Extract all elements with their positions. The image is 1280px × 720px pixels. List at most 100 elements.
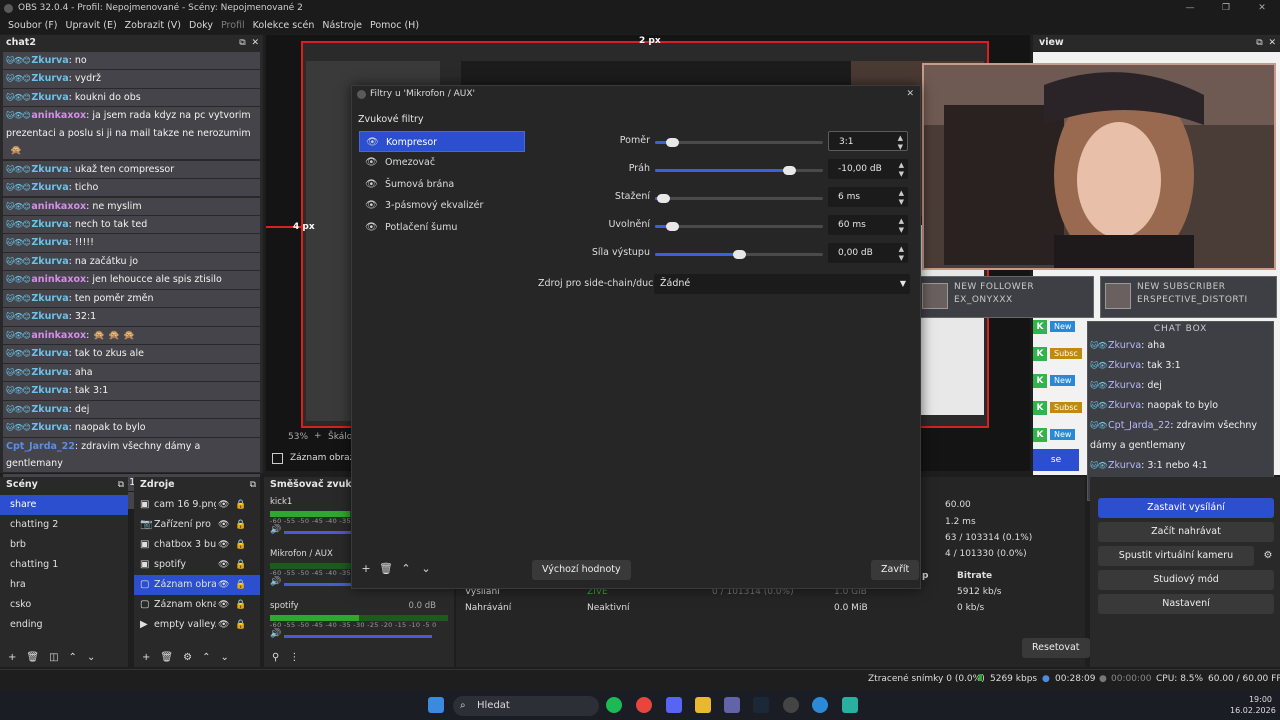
add-icon[interactable]: +: [142, 649, 150, 667]
windows-start-icon[interactable]: [428, 697, 444, 713]
settings-button[interactable]: Nastavení: [1098, 594, 1274, 614]
param-spinbox[interactable]: 0,00 dB ▲ ▼: [828, 243, 908, 263]
gear-icon[interactable]: ⚙: [183, 649, 192, 667]
eye-icon[interactable]: 👁: [365, 217, 378, 238]
eye-icon[interactable]: 👁: [365, 152, 378, 173]
trash-icon[interactable]: 🗑: [160, 649, 173, 667]
source-item[interactable]: ▶ empty valley.n 👁 🔒: [134, 615, 260, 635]
link-icon[interactable]: ⚲: [272, 649, 279, 667]
eye-icon[interactable]: 👁: [216, 555, 230, 575]
zoom-in-icon[interactable]: +: [314, 431, 322, 441]
scene-item[interactable]: brb: [0, 535, 128, 555]
spinner-arrows-icon[interactable]: ▲ ▼: [899, 243, 904, 263]
lock-icon[interactable]: 🔒: [232, 555, 247, 575]
eye-icon[interactable]: 👁: [216, 495, 230, 515]
close-icon[interactable]: ✕: [251, 38, 259, 48]
obs-taskbar-icon[interactable]: [783, 697, 799, 713]
edge-icon[interactable]: [842, 697, 858, 713]
param-slider[interactable]: [655, 194, 823, 203]
spinner-arrows-icon[interactable]: ▲ ▼: [899, 187, 904, 207]
move-up-icon[interactable]: ⌃: [202, 649, 210, 667]
undock-icon[interactable]: ⧉: [239, 38, 245, 48]
eye-icon[interactable]: 👁: [216, 595, 230, 615]
move-up-icon[interactable]: ⌃: [69, 649, 77, 667]
filter-item[interactable]: 👁 Omezovač: [359, 152, 525, 173]
scene-item[interactable]: chatting 2: [0, 515, 128, 535]
trash-icon[interactable]: 🗑: [26, 649, 39, 667]
slider-handle[interactable]: [657, 194, 671, 203]
undock-icon[interactable]: ⧉: [250, 477, 256, 493]
param-slider[interactable]: [655, 138, 823, 147]
teams-icon[interactable]: [724, 697, 740, 713]
slider-handle[interactable]: [665, 222, 679, 231]
lock-icon[interactable]: 🔒: [232, 575, 247, 595]
move-down-icon[interactable]: ⌄: [220, 649, 228, 667]
lock-icon[interactable]: 🔒: [232, 595, 247, 615]
gear-icon[interactable]: ⚙: [1260, 546, 1276, 566]
scene-item[interactable]: chatting 1: [0, 555, 128, 575]
eye-icon[interactable]: 👁: [216, 515, 230, 535]
sidechain-select[interactable]: Žádné ▼: [654, 274, 910, 294]
close-window-button[interactable]: ✕: [1244, 0, 1280, 17]
scene-item[interactable]: share: [0, 495, 128, 515]
filter-icon[interactable]: ◫: [49, 649, 58, 667]
search-input[interactable]: ⌕ Hledat: [453, 696, 599, 716]
steam-icon[interactable]: [753, 697, 769, 713]
add-icon[interactable]: +: [8, 649, 16, 667]
lock-icon[interactable]: 🔒: [232, 535, 247, 555]
move-down-icon[interactable]: ⌄: [417, 560, 435, 578]
spotify-icon[interactable]: [606, 697, 622, 713]
lock-icon[interactable]: 🔒: [232, 615, 247, 635]
studio-mode-button[interactable]: Studiový mód: [1098, 570, 1274, 590]
source-item[interactable]: ▢ Záznam okna 👁 🔒: [134, 595, 260, 615]
menu-pomoc[interactable]: Pomoc (H): [366, 17, 423, 34]
defaults-button[interactable]: Výchozí hodnoty: [532, 560, 631, 580]
discord-icon[interactable]: [666, 697, 682, 713]
virtual-camera-button[interactable]: Spustit virtuální kameru: [1098, 546, 1254, 566]
menu-upravit[interactable]: Upravit (E): [62, 17, 121, 34]
param-spinbox[interactable]: -10,00 dB ▲ ▼: [828, 159, 908, 179]
param-slider[interactable]: [655, 250, 823, 259]
scene-item[interactable]: hra: [0, 575, 128, 595]
close-icon[interactable]: ✕: [906, 86, 914, 103]
spinner-arrows-icon[interactable]: ▲ ▼: [898, 132, 903, 152]
scene-item[interactable]: csko: [0, 595, 128, 615]
speaker-icon[interactable]: 🔊: [270, 577, 281, 587]
source-item[interactable]: ▣ spotify 👁 🔒: [134, 555, 260, 575]
reset-stats-button[interactable]: Resetovat: [1022, 638, 1090, 658]
move-down-icon[interactable]: ⌄: [87, 649, 95, 667]
zoom-level[interactable]: 53%: [288, 432, 308, 442]
close-button[interactable]: Zavřít: [871, 560, 920, 580]
eye-icon[interactable]: 👁: [216, 615, 230, 635]
undock-icon[interactable]: ⧉: [118, 477, 124, 493]
slider-handle[interactable]: [733, 250, 746, 259]
scene-item[interactable]: ending: [0, 615, 128, 635]
source-item[interactable]: ▢ Záznam obraz 👁 🔒: [134, 575, 260, 595]
source-item[interactable]: ▣ cam 16 9.png 👁 🔒: [134, 495, 260, 515]
param-spinbox[interactable]: 60 ms ▲ ▼: [828, 215, 908, 235]
minimize-button[interactable]: —: [1172, 0, 1208, 17]
eye-icon[interactable]: 👁: [216, 535, 230, 555]
slider-handle[interactable]: [665, 138, 679, 147]
menu-nastroje[interactable]: Nástroje: [318, 17, 366, 34]
menu-profil[interactable]: Profil: [217, 17, 249, 34]
maximize-button[interactable]: ❐: [1208, 0, 1244, 17]
add-filter-icon[interactable]: +: [357, 560, 375, 578]
source-item[interactable]: ▣ chatbox 3 bun 👁 🔒: [134, 535, 260, 555]
eye-icon[interactable]: 👁: [365, 174, 378, 195]
slider-handle[interactable]: [783, 166, 797, 175]
param-slider[interactable]: [655, 222, 823, 231]
start-recording-button[interactable]: Začít nahrávat: [1098, 522, 1274, 542]
spinner-arrows-icon[interactable]: ▲ ▼: [899, 159, 904, 179]
param-slider[interactable]: [655, 166, 823, 175]
speaker-icon[interactable]: 🔊: [270, 629, 281, 639]
volume-slider[interactable]: 🔊: [270, 629, 448, 641]
volume-track[interactable]: [284, 635, 432, 638]
folder-icon[interactable]: [695, 697, 711, 713]
spinner-arrows-icon[interactable]: ▲ ▼: [899, 215, 904, 235]
menu-soubor[interactable]: Soubor (F): [4, 17, 62, 34]
param-spinbox[interactable]: 3:1 ▲ ▼: [828, 131, 908, 151]
stop-streaming-button[interactable]: Zastavit vysílání: [1098, 498, 1274, 518]
ccleaner-icon[interactable]: [812, 697, 828, 713]
move-up-icon[interactable]: ⌃: [397, 560, 415, 578]
